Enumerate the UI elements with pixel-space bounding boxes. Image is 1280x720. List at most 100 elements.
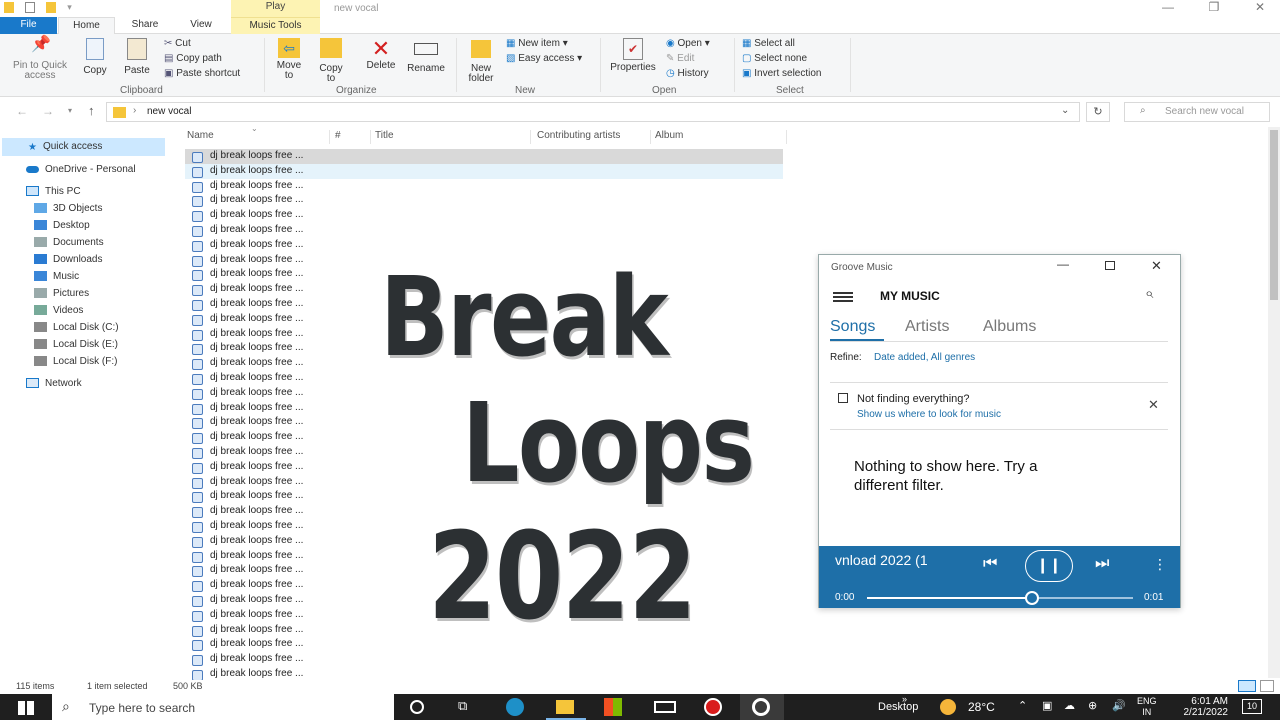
next-track-icon[interactable]: ⏭: [1095, 555, 1109, 573]
properties-check-icon[interactable]: [25, 1, 36, 13]
tab-home[interactable]: Home: [58, 17, 115, 35]
toolbar-expand-icon[interactable]: »: [902, 694, 907, 704]
more-options-icon[interactable]: ⋮: [1153, 556, 1167, 573]
details-view-icon[interactable]: [1238, 680, 1256, 692]
language-indicator[interactable]: ENG IN: [1137, 696, 1157, 718]
invert-selection-button[interactable]: ▣ Invert selection: [742, 68, 822, 79]
notice-link[interactable]: Show us where to look for music: [857, 409, 1001, 420]
file-row[interactable]: dj break loops free ...: [185, 208, 783, 223]
select-none-button[interactable]: ▢ Select none: [742, 53, 807, 64]
rename-button[interactable]: Rename: [404, 38, 448, 74]
copy-path-button[interactable]: ▤ Copy path: [164, 53, 222, 64]
notifications-icon[interactable]: 10: [1242, 699, 1262, 714]
nav-item-3d-objects[interactable]: 3D Objects: [34, 202, 102, 216]
temperature[interactable]: 28°C: [968, 700, 995, 714]
pause-button[interactable]: ❙❙: [1025, 550, 1073, 582]
new-folder-button[interactable]: New folder: [462, 40, 500, 84]
nav-item-downloads[interactable]: Downloads: [34, 253, 102, 267]
nav-item-local-disk-f[interactable]: Local Disk (F:): [34, 355, 117, 369]
now-playing-title[interactable]: vnload 2022 (1: [835, 552, 928, 568]
nav-network[interactable]: Network: [26, 377, 82, 391]
nav-quick-access[interactable]: ★ Quick access: [28, 140, 102, 154]
edit-button[interactable]: ✎ Edit: [666, 53, 694, 64]
pin-quick-access-button[interactable]: 📌 Pin to Quick access: [6, 37, 74, 81]
back-arrow-icon[interactable]: ←: [16, 104, 28, 118]
tab-artists[interactable]: Artists: [905, 318, 949, 336]
maximize-button[interactable]: ❐: [1198, 0, 1230, 16]
properties-button[interactable]: ✔ Properties: [606, 38, 660, 73]
column-album[interactable]: Album: [651, 130, 787, 144]
file-row[interactable]: dj break loops free ...: [185, 223, 783, 238]
desktop-toolbar-label[interactable]: Desktop: [878, 701, 918, 713]
seek-thumb[interactable]: [1024, 591, 1039, 605]
recent-dropdown-icon[interactable]: ▾: [68, 106, 72, 115]
paste-shortcut-button[interactable]: ▣ Paste shortcut: [164, 68, 240, 79]
nav-item-videos[interactable]: Videos: [34, 304, 83, 318]
refine-filter-link[interactable]: Date added, All genres: [874, 352, 975, 363]
search-input[interactable]: Search new vocal: [1124, 102, 1270, 122]
tray-overflow-icon[interactable]: ⌃: [1018, 699, 1027, 712]
mail-icon[interactable]: [654, 701, 676, 713]
close-button[interactable]: ✕: [1244, 0, 1276, 16]
nav-item-music[interactable]: Music: [34, 270, 79, 284]
groove-search-icon[interactable]: ⌕: [1145, 285, 1153, 302]
new-item-button[interactable]: ▦ New item ▾: [506, 38, 568, 49]
address-dropdown-icon[interactable]: ⌄: [1061, 105, 1069, 116]
seek-track[interactable]: [867, 591, 1133, 605]
edge-icon[interactable]: [506, 698, 524, 716]
move-to-button[interactable]: ⇦ Move to: [272, 38, 306, 81]
volume-icon[interactable]: 🔊: [1112, 699, 1126, 712]
taskbar-search-box[interactable]: ⌕ Type here to search: [52, 694, 394, 720]
vertical-scrollbar[interactable]: [1268, 127, 1280, 678]
tab-music-tools[interactable]: Music Tools: [231, 17, 320, 34]
file-row[interactable]: dj break loops free ...: [185, 652, 783, 667]
nav-onedrive[interactable]: OneDrive - Personal: [26, 163, 136, 177]
column-number[interactable]: #: [331, 130, 371, 144]
windows-start-icon[interactable]: [18, 701, 34, 715]
forward-arrow-icon[interactable]: →: [42, 104, 54, 118]
open-button[interactable]: ◉ Open ▾: [666, 38, 710, 49]
address-box[interactable]: › new vocal ⌄: [106, 102, 1080, 122]
file-row[interactable]: dj break loops free ...: [185, 149, 783, 164]
tab-albums[interactable]: Albums: [983, 318, 1036, 336]
nav-this-pc[interactable]: This PC: [26, 185, 81, 199]
file-row[interactable]: dj break loops free ...: [185, 238, 783, 253]
tab-share[interactable]: Share: [118, 17, 172, 34]
recorder-icon[interactable]: [704, 698, 722, 716]
groove-close-button[interactable]: ✕: [1151, 258, 1162, 274]
refresh-icon[interactable]: ↻: [1086, 102, 1110, 122]
tab-songs[interactable]: Songs: [830, 318, 875, 336]
nav-item-pictures[interactable]: Pictures: [34, 287, 89, 301]
hamburger-menu-icon[interactable]: [833, 292, 853, 294]
cortana-icon[interactable]: [410, 700, 424, 714]
qat-dropdown-icon[interactable]: ▾: [67, 2, 72, 12]
easy-access-button[interactable]: ▧ Easy access ▾: [506, 53, 582, 64]
up-arrow-icon[interactable]: ↑: [88, 103, 95, 118]
nav-item-documents[interactable]: Documents: [34, 236, 104, 250]
notice-dismiss-icon[interactable]: ✕: [1148, 397, 1159, 413]
column-title[interactable]: Title: [371, 130, 531, 144]
tab-file[interactable]: File: [0, 17, 57, 34]
clock[interactable]: 6:01 AM 2/21/2022: [1176, 696, 1229, 718]
copy-button[interactable]: Copy: [78, 38, 112, 76]
onedrive-tray-icon[interactable]: ☁: [1064, 699, 1075, 712]
new-folder-icon[interactable]: [46, 1, 57, 13]
large-icons-view-icon[interactable]: [1260, 680, 1274, 692]
cut-button[interactable]: ✂ Cut: [164, 38, 191, 49]
groove-maximize-button[interactable]: [1105, 261, 1115, 270]
store-icon[interactable]: [604, 698, 622, 716]
groove-minimize-button[interactable]: —: [1057, 257, 1069, 271]
task-view-icon[interactable]: ⧉: [458, 698, 476, 716]
copy-to-button[interactable]: Copy to: [314, 38, 348, 84]
select-all-button[interactable]: ▦ Select all: [742, 38, 795, 49]
nav-item-local-disk-e[interactable]: Local Disk (E:): [34, 338, 118, 352]
breadcrumb-path[interactable]: new vocal: [147, 106, 191, 117]
weather-icon[interactable]: [940, 699, 956, 715]
delete-button[interactable]: ✕ Delete: [362, 38, 400, 71]
previous-track-icon[interactable]: ⏮: [983, 555, 997, 573]
scrollbar-thumb[interactable]: [1270, 130, 1278, 300]
file-row[interactable]: dj break loops free ...: [185, 163, 783, 179]
history-button[interactable]: ◷ History: [666, 68, 709, 79]
file-row[interactable]: dj break loops free ...: [185, 193, 783, 208]
column-contributing-artists[interactable]: Contributing artists: [533, 130, 651, 144]
